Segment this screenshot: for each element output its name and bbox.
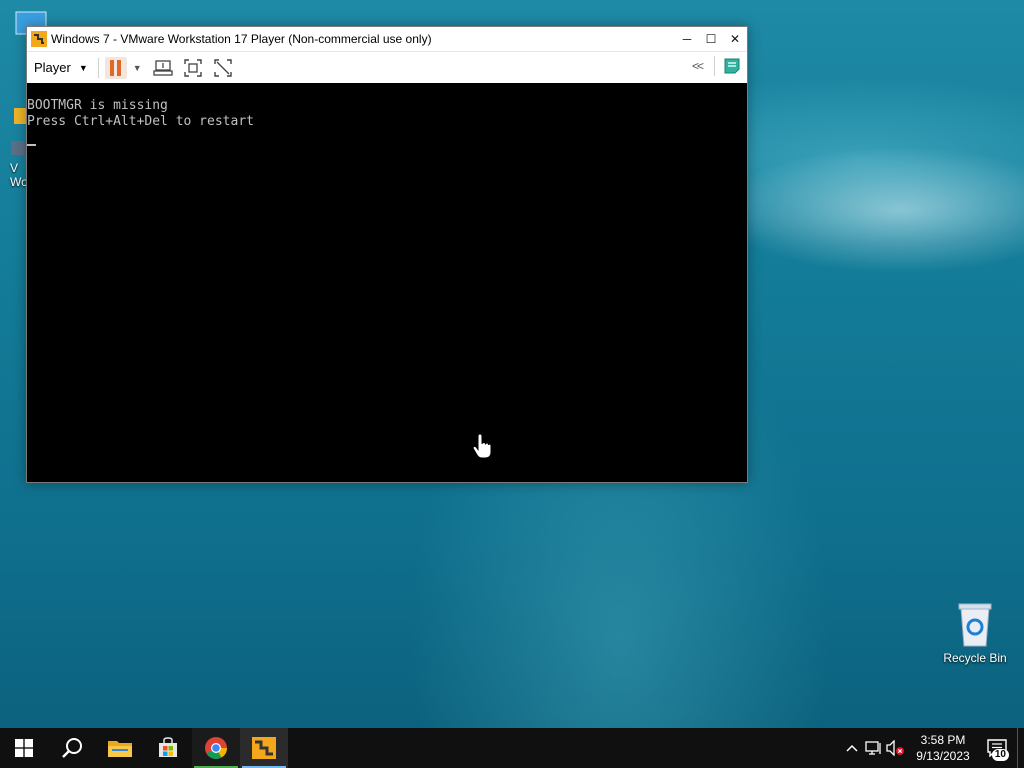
action-center-button[interactable]: 10 xyxy=(979,728,1015,768)
network-icon xyxy=(865,741,881,755)
window-title: Windows 7 - VMware Workstation 17 Player… xyxy=(51,32,432,46)
search-icon xyxy=(62,738,82,758)
ctrl-alt-del-icon xyxy=(153,59,173,76)
toolbar: Player ▼ ▼ << xyxy=(27,51,747,84)
recycle-bin-label: Recycle Bin xyxy=(943,651,1007,665)
pause-icon-bar xyxy=(117,59,122,76)
chrome-button[interactable] xyxy=(192,728,240,768)
fullscreen-icon xyxy=(184,58,202,77)
vm-console[interactable]: BOOTMGR is missing Press Ctrl+Alt+Del to… xyxy=(27,83,747,482)
chevron-down-icon: ▼ xyxy=(78,62,88,73)
vmware-shortcut-icon xyxy=(11,141,25,155)
clock[interactable]: 3:58 PM 9/13/2023 xyxy=(911,732,975,764)
power-options-dropdown[interactable]: ▼ xyxy=(133,63,142,73)
vmware-player-window[interactable]: Windows 7 - VMware Workstation 17 Player… xyxy=(26,26,748,483)
volume-button[interactable] xyxy=(885,728,907,768)
notes-icon[interactable] xyxy=(723,57,741,75)
toolbar-divider-right xyxy=(714,56,715,76)
search-button[interactable] xyxy=(48,728,96,768)
console-top-padding xyxy=(27,83,747,98)
chevron-up-icon xyxy=(846,744,858,752)
vmware-app-icon xyxy=(31,31,47,47)
toolbar-right: << xyxy=(692,56,741,76)
player-menu-button[interactable]: Player ▼ xyxy=(34,60,88,75)
toolbar-divider xyxy=(97,57,99,78)
chrome-icon xyxy=(205,737,227,759)
vmware-player-taskbar-button[interactable] xyxy=(240,728,288,768)
store-icon xyxy=(159,737,177,757)
network-button[interactable] xyxy=(863,728,885,768)
vmware-icon xyxy=(252,737,276,759)
close-button[interactable]: ✕ xyxy=(723,27,747,51)
start-button[interactable] xyxy=(0,728,48,768)
recycle-bin-icon xyxy=(958,603,992,647)
text-cursor xyxy=(27,144,36,146)
player-menu-label: Player xyxy=(34,60,71,75)
show-desktop-button[interactable] xyxy=(1017,728,1024,768)
file-explorer-button[interactable] xyxy=(96,728,144,768)
taskbar: 3:58 PM 9/13/2023 10 xyxy=(0,728,1024,768)
show-hidden-icons-button[interactable] xyxy=(841,728,863,768)
clock-date: 9/13/2023 xyxy=(916,749,970,763)
console-line: BOOTMGR is missing xyxy=(27,98,168,113)
hand-pointer-icon xyxy=(473,434,491,459)
unity-mode-button[interactable] xyxy=(212,57,234,79)
console-line: Press Ctrl+Alt+Del to restart xyxy=(27,114,254,129)
recycle-bin[interactable]: Recycle Bin xyxy=(940,600,1010,665)
title-bar[interactable]: Windows 7 - VMware Workstation 17 Player… xyxy=(27,27,747,51)
collapse-toolbar-button[interactable]: << xyxy=(692,59,704,73)
system-tray: 3:58 PM 9/13/2023 10 xyxy=(841,728,1024,768)
pause-button[interactable] xyxy=(104,56,127,79)
notification-count-badge: 10 xyxy=(991,749,1009,761)
microsoft-store-button[interactable] xyxy=(144,728,192,768)
windows-logo-icon xyxy=(15,739,33,757)
pause-icon xyxy=(110,59,115,76)
clock-time: 3:58 PM xyxy=(920,733,966,747)
minimize-button[interactable]: ─ xyxy=(675,27,699,51)
speaker-muted-icon xyxy=(886,740,904,756)
full-screen-button[interactable] xyxy=(182,57,204,79)
send-ctrl-alt-del-button[interactable] xyxy=(152,57,174,79)
maximize-button[interactable]: ☐ xyxy=(699,27,723,51)
folder-icon xyxy=(108,741,132,757)
unity-icon xyxy=(214,58,232,77)
